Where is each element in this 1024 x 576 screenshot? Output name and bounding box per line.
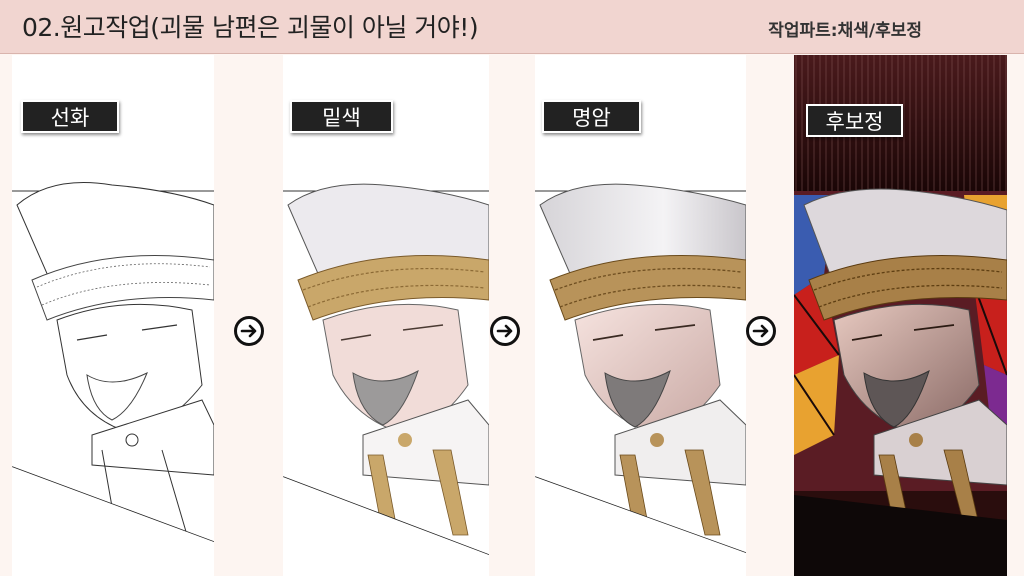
shading-illustration bbox=[535, 183, 746, 576]
work-part-label: 작업파트:채색/후보정 bbox=[768, 21, 922, 41]
stage-label-basecolor: 밑색 bbox=[290, 100, 393, 133]
stage-label-lineart: 선화 bbox=[21, 100, 119, 133]
panel-shading: 명암 bbox=[535, 55, 746, 576]
panel-lineart: 선화 bbox=[12, 55, 214, 576]
basecolor-illustration bbox=[283, 183, 489, 576]
page-title: 02.원고작업(괴물 남편은 괴물이 아닐 거야!) bbox=[22, 13, 479, 42]
panel-postprocess: 후보정 bbox=[794, 55, 1007, 576]
stage-label-postprocess: 후보정 bbox=[806, 104, 903, 137]
header-bar: 02.원고작업(괴물 남편은 괴물이 아닐 거야!) 작업파트:채색/후보정 bbox=[0, 0, 1024, 54]
arrow-icon-2 bbox=[490, 316, 520, 346]
lineart-illustration bbox=[12, 182, 214, 576]
arrow-icon-3 bbox=[746, 316, 776, 346]
panel-basecolor: 밑색 bbox=[283, 55, 489, 576]
stage-label-shading: 명암 bbox=[542, 100, 641, 133]
arrow-icon-1 bbox=[234, 316, 264, 346]
